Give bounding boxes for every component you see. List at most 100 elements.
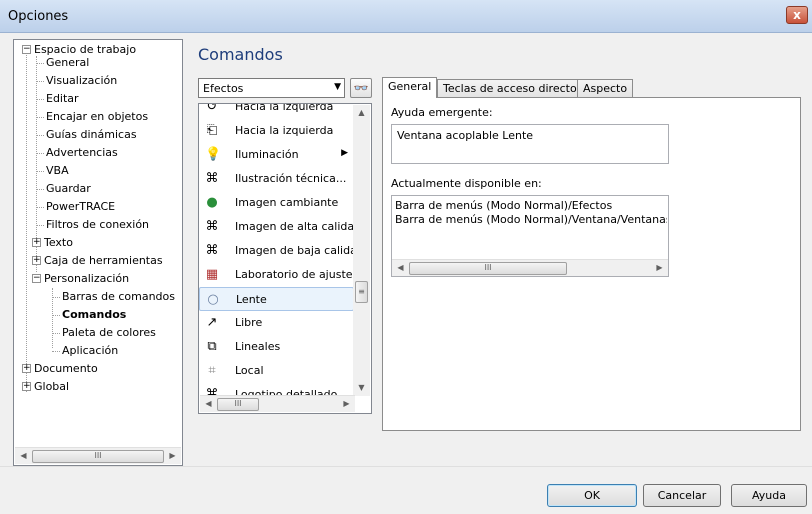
general-tab-panel: Ayuda emergente: Ventana acoplable Lente… xyxy=(382,97,801,431)
cancel-button[interactable]: Cancelar xyxy=(643,484,721,507)
list-item[interactable]: ↗ Libre xyxy=(199,311,354,335)
high-quality-image-icon: ⌘ xyxy=(205,219,219,234)
lens-icon: ○ xyxy=(207,292,219,307)
close-icon: x xyxy=(793,8,801,22)
sphere-icon: ● xyxy=(206,195,218,210)
tree-item-general[interactable]: General xyxy=(46,56,89,70)
tooltip-field[interactable]: Ventana acoplable Lente xyxy=(391,124,669,164)
close-button[interactable]: x xyxy=(786,6,808,24)
list-item-label: Lente xyxy=(236,293,267,306)
tree-branch xyxy=(52,297,60,298)
list-item[interactable]: ⌘ Imagen de baja calidad xyxy=(199,239,355,263)
list-item[interactable]: ⎗ Hacia la izquierda xyxy=(199,119,354,143)
scroll-up-icon[interactable]: ▲ xyxy=(353,105,370,121)
help-button[interactable]: Ayuda xyxy=(731,484,807,507)
scroll-right-icon[interactable]: ▶ xyxy=(338,396,355,412)
tab-shortcut-keys[interactable]: Teclas de acceso directo xyxy=(437,79,583,98)
list-item[interactable]: ⌗ Local xyxy=(199,359,354,383)
tree-item-personalizacion[interactable]: Personalización xyxy=(44,272,129,286)
expand-icon[interactable]: + xyxy=(32,256,41,265)
list-item[interactable]: ↺ Hacia la izquierda xyxy=(199,103,354,119)
category-dropdown[interactable]: Efectos ▼ xyxy=(198,78,345,98)
expand-icon[interactable]: + xyxy=(32,238,41,247)
tree-branch xyxy=(36,153,44,154)
list-item[interactable]: Barra de menús (Modo Normal)/Efectos xyxy=(395,199,612,212)
tree-item-vba[interactable]: VBA xyxy=(46,164,69,178)
tab-appearance[interactable]: Aspecto xyxy=(577,79,634,98)
list-item[interactable]: 💡 Iluminación ▶ xyxy=(199,143,354,167)
scroll-left-icon[interactable]: ◀ xyxy=(15,448,32,464)
list-item[interactable]: ⧉ Lineales xyxy=(199,335,354,359)
tree-item-visualizacion[interactable]: Visualización xyxy=(46,74,117,88)
list-item-selected[interactable]: ○ Lente xyxy=(199,287,354,311)
tree-item-texto[interactable]: Texto xyxy=(44,236,73,250)
tree-item-espacio-de-trabajo[interactable]: Espacio de trabajo xyxy=(34,43,136,57)
list-item-label: Lineales xyxy=(235,340,281,353)
collapse-icon[interactable]: − xyxy=(32,274,41,283)
chevron-down-icon: ▼ xyxy=(334,82,341,92)
expand-icon[interactable]: + xyxy=(22,364,31,373)
scroll-left-icon[interactable]: ◀ xyxy=(200,396,217,412)
list-item-label: Imagen de alta calidad xyxy=(235,220,354,233)
tree-item-aplicacion[interactable]: Aplicación xyxy=(62,344,118,358)
tree-guide xyxy=(26,52,27,392)
tree-branch xyxy=(36,99,44,100)
lightbulb-icon: 💡 xyxy=(205,147,222,162)
tab-general[interactable]: General xyxy=(382,77,438,98)
list-item-label: Hacia la izquierda xyxy=(235,103,334,113)
list-item-label: Imagen de baja calidad xyxy=(235,244,354,257)
list-item[interactable]: ● Imagen cambiante xyxy=(199,191,354,215)
tree-branch xyxy=(52,315,60,316)
collapse-icon[interactable]: − xyxy=(22,45,31,54)
scroll-thumb[interactable]: III xyxy=(217,398,259,411)
list-item[interactable]: ⌘ Imagen de alta calidad xyxy=(199,215,355,239)
list-item-label: Imagen cambiante xyxy=(235,196,339,209)
list-item[interactable]: ⌘ Ilustración técnica... xyxy=(199,167,354,191)
available-list[interactable]: Barra de menús (Modo Normal)/Efectos Bar… xyxy=(391,195,669,277)
freehand-icon: ↗ xyxy=(206,315,218,330)
find-button[interactable]: 👓 xyxy=(350,78,372,98)
scroll-thumb[interactable]: III xyxy=(409,262,567,275)
expand-icon[interactable]: + xyxy=(22,382,31,391)
linear-icon: ⧉ xyxy=(207,339,217,354)
window-left-icon: ⎗ xyxy=(206,123,218,138)
ok-button[interactable]: OK xyxy=(547,484,637,507)
scroll-thumb[interactable]: ≡ xyxy=(355,281,368,303)
commands-list[interactable]: ↺ Hacia la izquierda ⎗ Hacia la izquierd… xyxy=(198,103,372,414)
tree-branch xyxy=(36,135,44,136)
tree-item-paleta-colores[interactable]: Paleta de colores xyxy=(62,326,156,340)
scroll-left-icon[interactable]: ◀ xyxy=(392,260,409,276)
list-item-label: Hacia la izquierda xyxy=(235,124,334,137)
tree-item-guias[interactable]: Guías dinámicas xyxy=(46,128,137,142)
scroll-right-icon[interactable]: ▶ xyxy=(651,260,668,276)
tree-item-powertrace[interactable]: PowerTRACE xyxy=(46,200,115,214)
scroll-right-icon[interactable]: ▶ xyxy=(164,448,181,464)
list-item[interactable]: ▦ Laboratorio de ajuste xyxy=(199,263,354,287)
commands-vertical-scrollbar[interactable]: ▲ ≡ ▼ xyxy=(353,105,370,396)
tree-item-barras-comandos[interactable]: Barras de comandos xyxy=(62,290,175,304)
tree-item-advertencias[interactable]: Advertencias xyxy=(46,146,118,160)
scroll-down-icon[interactable]: ▼ xyxy=(353,380,370,396)
tree-branch xyxy=(36,171,44,172)
list-item-label: Ilustración técnica... xyxy=(235,172,347,185)
available-label: Actualmente disponible en: xyxy=(391,177,542,190)
tree-branch xyxy=(36,207,44,208)
tree-item-comandos[interactable]: Comandos xyxy=(62,308,127,322)
commands-horizontal-scrollbar[interactable]: ◀ III ▶ xyxy=(200,395,355,412)
tree-item-encajar[interactable]: Encajar en objetos xyxy=(46,110,148,124)
list-item[interactable]: Barra de menús (Modo Normal)/Ventana/Ven… xyxy=(395,213,667,226)
tree-item-documento[interactable]: Documento xyxy=(34,362,98,376)
available-horizontal-scrollbar[interactable]: ◀ III ▶ xyxy=(392,259,668,276)
options-tree[interactable]: − Espacio de trabajo General Visualizaci… xyxy=(13,39,183,466)
tree-horizontal-scrollbar[interactable]: ◀ III ▶ xyxy=(15,447,181,464)
tree-item-filtros[interactable]: Filtros de conexión xyxy=(46,218,149,232)
arrow-left-icon: ↺ xyxy=(206,103,218,114)
tree-branch xyxy=(36,117,44,118)
category-dropdown-value: Efectos xyxy=(203,82,244,95)
tree-item-editar[interactable]: Editar xyxy=(46,92,79,106)
tree-item-caja-herramientas[interactable]: Caja de herramientas xyxy=(44,254,163,268)
adjustment-lab-icon: ▦ xyxy=(205,267,219,282)
tree-item-global[interactable]: Global xyxy=(34,380,69,394)
scroll-thumb[interactable]: III xyxy=(32,450,164,463)
tree-item-guardar[interactable]: Guardar xyxy=(46,182,91,196)
